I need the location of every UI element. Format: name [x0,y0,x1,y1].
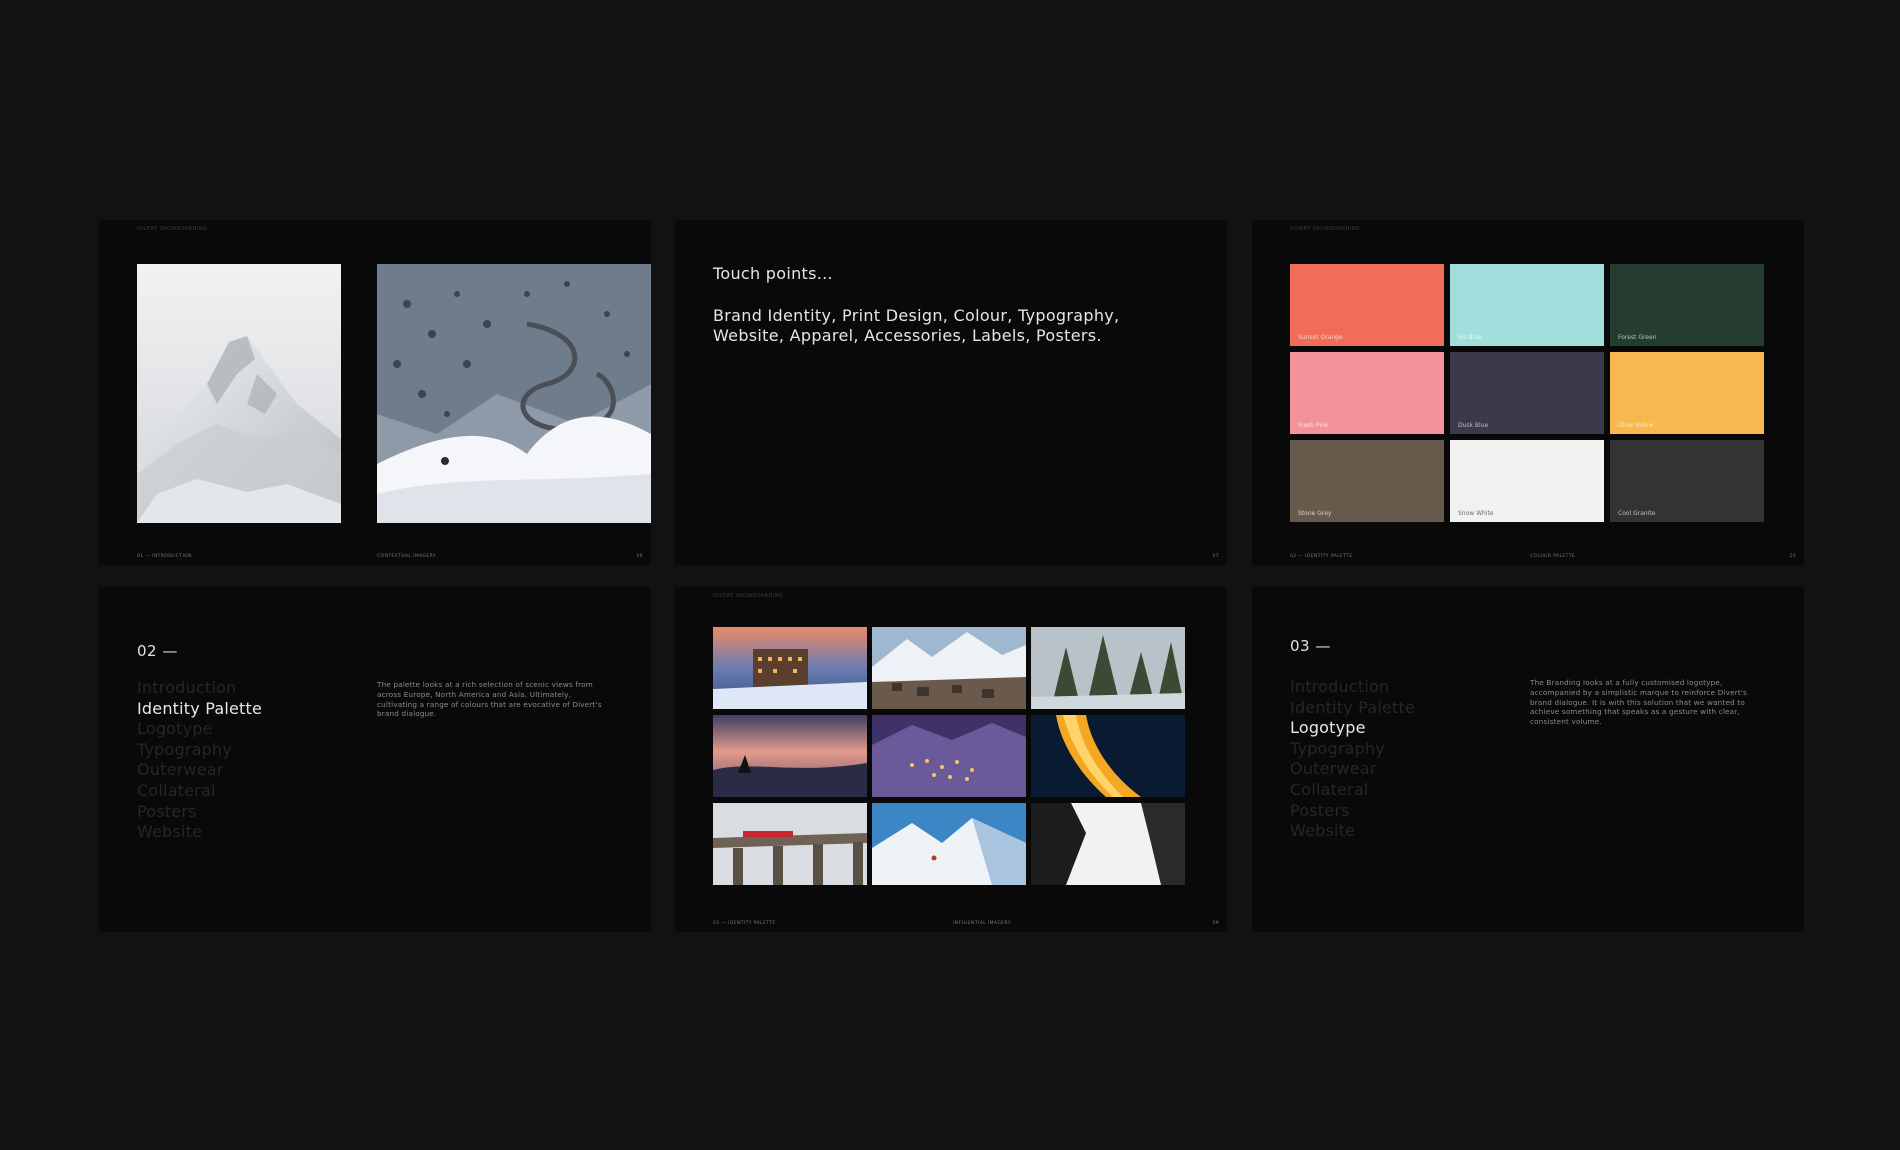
photo-hotel-dusk [713,627,867,709]
toc-item-website: Website [137,822,203,842]
footer-title: INFLUENTIAL IMAGERY [953,921,1011,926]
toc-item-identity-palette: Identity Palette [137,698,263,718]
slide-header: DIVERT SNOWBOARDING [713,593,784,599]
photo-misty-peak [137,264,341,523]
slide-header: DIVERT SNOWBOARDING [137,226,208,232]
photo-pine-forest [1031,627,1185,709]
toc-item-logotype: Logotype [1290,718,1366,738]
toc-item-identity-palette: Identity Palette [1290,697,1416,717]
page-number: 10 [1789,554,1796,559]
swatch-stone-grey: Stone Grey [1290,440,1444,522]
photo-rock-couloir [1031,803,1185,885]
section-description: The Branding looks at a fully customised… [1530,678,1747,727]
swatch-dusk-blue: Dusk Blue [1450,352,1604,434]
toc-item-outerwear: Outerwear [1290,759,1377,779]
section-description: The palette looks at a rich selection of… [377,680,602,719]
toc-item-website: Website [1290,821,1356,841]
swatch-snow-white: Snow White [1450,440,1604,522]
slide-header: DIVERT SNOWBOARDING [1290,226,1361,232]
page-number: 07 [1212,554,1219,559]
footer-title: CONTEXTUAL IMAGERY [377,554,437,559]
photo-lit-village-night [872,715,1026,797]
footer-section: 02 — IDENTITY PALETTE [1290,554,1353,559]
toc-item-posters: Posters [137,801,197,821]
photo-viaduct-train [713,803,867,885]
toc-item-outerwear: Outerwear [137,760,224,780]
toc-item-collateral: Collateral [137,780,216,800]
swatch-label: Glow Yellow [1618,422,1654,429]
photo-alpine-village [872,627,1026,709]
toc-item-logotype: Logotype [137,719,213,739]
toc-item-typography: Typography [137,739,232,759]
footer-section: 02 — IDENTITY PALETTE [713,921,776,926]
slide-section-02: 02 — Introduction Identity Palette Logotyp… [99,587,651,932]
swatch-ice-blue: Ice Blue [1450,264,1604,346]
slide-touch-points: Touch points... Brand Identity, Print De… [675,220,1227,565]
toc-item-posters: Posters [1290,800,1350,820]
toc-item-collateral: Collateral [1290,779,1369,799]
footer-title: COLOUR PALETTE [1530,554,1576,559]
page-number: 09 [1212,921,1219,926]
toc-item-introduction: Introduction [1290,677,1390,696]
section-number: 03 — [1290,637,1331,655]
swatch-cool-granite: Cool Granite [1610,440,1764,522]
photo-orange-glow [1031,715,1185,797]
slide-influential-imagery: DIVERT SNOWBOARDING 02 — IDENTITY PALETT… [675,587,1227,932]
swatch-label: Sunset Orange [1298,334,1343,341]
page-number: 06 [636,554,643,559]
swatch-fresh-pink: Fresh Pink [1290,352,1444,434]
swatch-sunset-orange: Sunset Orange [1290,264,1444,346]
table-of-contents: Introduction Identity Palette Logotype Typo… [1290,677,1415,842]
toc-item-introduction: Introduction [137,678,237,697]
photo-climber-ridge [872,803,1026,885]
swatch-label: Stone Grey [1298,510,1332,517]
swatch-label: Cool Granite [1618,510,1656,517]
swatch-glow-yellow: Glow Yellow [1610,352,1764,434]
photo-mountain-road [377,264,651,523]
swatch-label: Forest Green [1618,334,1657,341]
footer-section: 01 — INTRODUCTION [137,554,192,559]
swatch-label: Snow White [1458,510,1494,517]
swatch-label: Ice Blue [1458,334,1482,341]
slide-contextual-imagery: DIVERT SNOWBOARDING 01 — INTRODUCTION CO… [99,220,651,565]
swatch-label: Fresh Pink [1298,422,1329,429]
toc-item-typography: Typography [1290,738,1385,758]
touch-points-list: Brand Identity, Print Design, Colour, Ty… [713,306,1120,345]
slide-section-03: 03 — Introduction Identity Palette Logotyp… [1252,587,1804,932]
slide-colour-palette: DIVERT SNOWBOARDING Sunset Orange Ice Blu… [1252,220,1804,565]
swatch-forest-green: Forest Green [1610,264,1764,346]
swatch-label: Dusk Blue [1458,422,1489,429]
section-number: 02 — [137,642,178,660]
table-of-contents: Introduction Identity Palette Logotype Typo… [137,678,262,843]
touch-points-title: Touch points... [713,264,833,283]
photo-snowboarder-sunset [713,715,867,797]
